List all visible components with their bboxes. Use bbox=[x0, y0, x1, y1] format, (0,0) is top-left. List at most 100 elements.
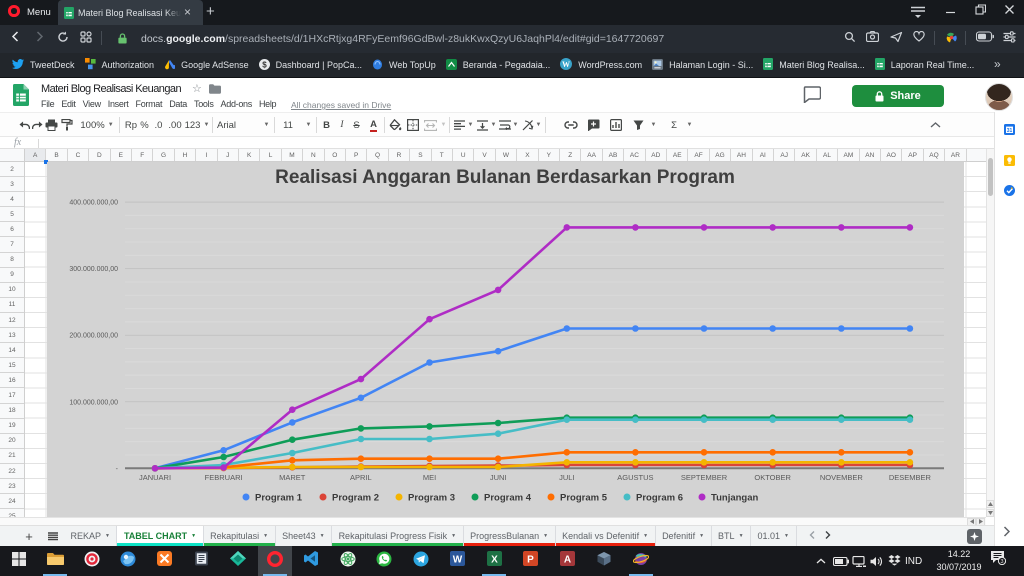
back-icon[interactable] bbox=[10, 31, 21, 42]
select-all-corner[interactable] bbox=[0, 149, 25, 162]
menu-addons[interactable]: Add-ons bbox=[221, 99, 252, 109]
notification-center-icon[interactable]: 3 bbox=[990, 550, 1006, 570]
taskbar-app-atom[interactable] bbox=[331, 546, 365, 576]
sheet-tab-menu-caret[interactable]: ▼ bbox=[191, 533, 196, 539]
redo-icon[interactable] bbox=[30, 113, 44, 137]
column-header-U[interactable]: U bbox=[453, 149, 474, 162]
sheet-tab-sheet43[interactable]: Sheet43▼ bbox=[276, 526, 332, 546]
document-title[interactable]: Materi Blog Realisasi Keuangan bbox=[41, 83, 181, 95]
column-header-AP[interactable]: AP bbox=[902, 149, 923, 162]
explore-button[interactable] bbox=[967, 529, 982, 544]
vertical-align-caret[interactable]: ▼ bbox=[488, 113, 496, 137]
bookmark-item[interactable]: Laporan Real Time... bbox=[875, 58, 975, 72]
vertical-scrollbar-thumb[interactable] bbox=[988, 158, 993, 196]
font-select[interactable]: Arial bbox=[217, 113, 257, 137]
tasks-icon[interactable] bbox=[1004, 185, 1015, 196]
tray-dropbox-icon[interactable] bbox=[888, 546, 901, 576]
forward-icon[interactable] bbox=[34, 31, 45, 42]
merge-caret[interactable]: ▼ bbox=[438, 113, 446, 137]
menu-view[interactable]: View bbox=[83, 99, 101, 109]
menu-insert[interactable]: Insert bbox=[108, 99, 129, 109]
taskbar-app-access[interactable]: A bbox=[550, 546, 584, 576]
taskbar-app-planet[interactable] bbox=[624, 546, 658, 576]
horizontal-scrollbar[interactable] bbox=[0, 517, 986, 525]
bookmark-heart-icon[interactable] bbox=[913, 31, 925, 42]
sheet-tab-btl[interactable]: BTL▼ bbox=[712, 526, 751, 546]
zoom-select[interactable]: 100%▼ bbox=[82, 113, 112, 137]
reload-icon[interactable] bbox=[57, 31, 69, 43]
avatar[interactable] bbox=[985, 83, 1013, 111]
column-header-O[interactable]: O bbox=[325, 149, 346, 162]
bookmark-item[interactable]: $Dashboard | PopCa... bbox=[259, 59, 362, 72]
taskbar-app-gem[interactable] bbox=[221, 546, 255, 576]
column-header-X[interactable]: X bbox=[517, 149, 538, 162]
tabs-scroll-left-icon[interactable] bbox=[809, 531, 815, 541]
bold-button[interactable]: B bbox=[320, 113, 333, 137]
sheet-tab-progressbulanan[interactable]: ProgressBulanan▼ bbox=[464, 526, 556, 546]
sheet-tab-rekapitulasi[interactable]: Rekapitulasi▼ bbox=[204, 526, 276, 546]
row-header-16[interactable]: 16 bbox=[0, 373, 24, 388]
column-header-AF[interactable]: AF bbox=[688, 149, 709, 162]
my-flow-send-icon[interactable] bbox=[890, 31, 903, 43]
legend-label[interactable]: Program 4 bbox=[484, 493, 532, 504]
legend-label[interactable]: Program 6 bbox=[636, 493, 683, 504]
series-line[interactable] bbox=[155, 329, 910, 469]
menu-tools[interactable]: Tools bbox=[194, 99, 214, 109]
legend-label[interactable]: Tunjangan bbox=[711, 493, 759, 504]
bookmark-item[interactable]: Google AdSense bbox=[164, 59, 249, 72]
column-header-J[interactable]: J bbox=[218, 149, 239, 162]
embedded-chart[interactable]: 100.000.000,00200.000.000,00300.000.000,… bbox=[47, 162, 964, 517]
column-header-Z[interactable]: Z bbox=[560, 149, 581, 162]
legend-label[interactable]: Program 3 bbox=[408, 493, 455, 504]
column-header-AR[interactable]: AR bbox=[945, 149, 966, 162]
taskbar-app-word[interactable]: W bbox=[441, 546, 475, 576]
row-headers[interactable]: 2345678910111213141516171819202122232425 bbox=[0, 162, 25, 517]
scroll-down-button[interactable] bbox=[986, 509, 994, 517]
row-header-14[interactable]: 14 bbox=[0, 343, 24, 358]
print-icon[interactable] bbox=[44, 113, 58, 137]
sheet-tab-menu-caret[interactable]: ▼ bbox=[451, 533, 456, 539]
taskbar-app-powerpoint[interactable]: P bbox=[514, 546, 548, 576]
column-header-R[interactable]: R bbox=[389, 149, 410, 162]
window-restore-button[interactable] bbox=[971, 4, 989, 18]
row-header-6[interactable]: 6 bbox=[0, 222, 24, 237]
column-header-I[interactable]: I bbox=[196, 149, 217, 162]
row-header-21[interactable]: 21 bbox=[0, 449, 24, 464]
row-header-25[interactable]: 25 bbox=[0, 509, 24, 517]
column-header-AQ[interactable]: AQ bbox=[924, 149, 945, 162]
bookmark-item[interactable]: WWordPress.com bbox=[560, 58, 642, 72]
row-header-15[interactable]: 15 bbox=[0, 358, 24, 373]
taskbar-app-anydesk[interactable] bbox=[75, 546, 109, 576]
star-icon[interactable]: ☆ bbox=[192, 82, 202, 95]
row-header-11[interactable]: 11 bbox=[0, 298, 24, 313]
save-status[interactable]: All changes saved in Drive bbox=[291, 100, 391, 110]
strikethrough-button[interactable]: S bbox=[350, 113, 363, 137]
sheet-tab-kendali-vs-defenitif[interactable]: Kendali vs Defenitif▼ bbox=[556, 526, 656, 546]
column-header-M[interactable]: M bbox=[282, 149, 303, 162]
extension-idm-icon[interactable] bbox=[945, 31, 958, 44]
column-header-AI[interactable]: AI bbox=[753, 149, 774, 162]
menu-format[interactable]: Format bbox=[136, 99, 163, 109]
format-percent-button[interactable]: % bbox=[138, 113, 151, 137]
paint-format-icon[interactable] bbox=[60, 113, 74, 137]
url-text[interactable]: docs.google.com/spreadsheets/d/1HXcRtjxg… bbox=[141, 33, 664, 45]
search-icon[interactable] bbox=[844, 31, 856, 43]
comment-history-icon[interactable] bbox=[803, 86, 821, 103]
bookmark-item[interactable]: Web TopUp bbox=[372, 59, 436, 72]
browser-tab[interactable]: Materi Blog Realisasi Keuan × bbox=[58, 0, 203, 25]
column-header-AE[interactable]: AE bbox=[667, 149, 688, 162]
row-header-18[interactable]: 18 bbox=[0, 404, 24, 419]
menu-data[interactable]: Data bbox=[169, 99, 187, 109]
share-button[interactable]: Share bbox=[852, 85, 944, 107]
font-size-select[interactable]: 11 bbox=[280, 113, 296, 137]
row-header-13[interactable]: 13 bbox=[0, 328, 24, 343]
column-header-N[interactable]: N bbox=[303, 149, 324, 162]
decrease-decimal-button[interactable]: .0 bbox=[152, 113, 165, 137]
side-panel-collapse-icon[interactable] bbox=[1003, 525, 1010, 540]
tray-clock[interactable]: 14.22 30/07/2019 bbox=[933, 548, 985, 574]
column-header-D[interactable]: D bbox=[89, 149, 110, 162]
horizontal-align-caret[interactable]: ▼ bbox=[465, 113, 473, 137]
bookmark-item[interactable]: Beranda - Pegadaia... bbox=[446, 59, 551, 72]
row-header-12[interactable]: 12 bbox=[0, 313, 24, 328]
series-line[interactable] bbox=[155, 418, 910, 469]
